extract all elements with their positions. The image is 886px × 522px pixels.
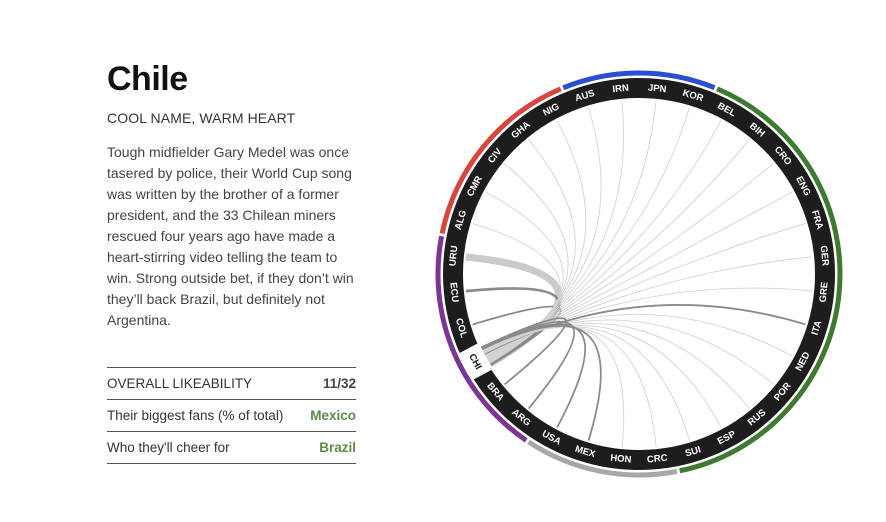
- chords: [465, 100, 813, 448]
- team-label[interactable]: CRC: [647, 453, 669, 466]
- team-label[interactable]: ECU: [447, 282, 460, 303]
- team-slot-uru[interactable]: URU: [447, 245, 460, 267]
- team-label[interactable]: GRE: [818, 281, 831, 303]
- team-label[interactable]: IRN: [612, 83, 630, 96]
- team-slot-ger[interactable]: GER: [818, 245, 831, 267]
- team-slot-irn[interactable]: IRN: [612, 83, 630, 96]
- team-slot-ecu[interactable]: ECU: [447, 282, 460, 303]
- chord-bel: [486, 120, 722, 359]
- team-label[interactable]: GER: [818, 245, 831, 267]
- team-slot-crc[interactable]: CRC: [647, 453, 669, 466]
- team-label[interactable]: JPN: [647, 83, 667, 96]
- team-slot-gre[interactable]: GRE: [818, 281, 831, 303]
- team-slot-jpn[interactable]: JPN: [647, 83, 667, 96]
- chord-wheel: URUALGCMRCIVGHANIGAUS IRN JPN KORBELBIHCROE…: [435, 70, 843, 478]
- team-label[interactable]: URU: [447, 245, 460, 267]
- team-label[interactable]: HON: [610, 453, 632, 466]
- team-slot-hon[interactable]: HON: [610, 453, 632, 466]
